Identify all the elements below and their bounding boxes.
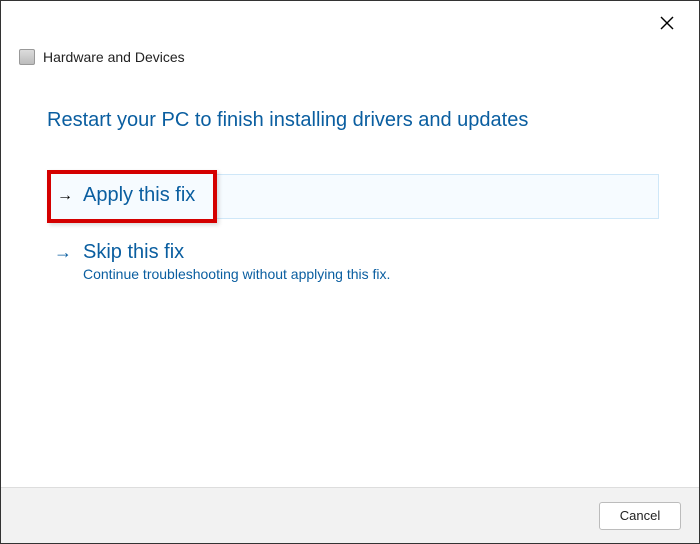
skip-fix-option[interactable]: → Skip this fix Continue troubleshooting… bbox=[47, 233, 659, 290]
close-button[interactable] bbox=[653, 9, 681, 37]
window-title: Hardware and Devices bbox=[43, 49, 185, 65]
skip-fix-desc: Continue troubleshooting without applyin… bbox=[83, 266, 649, 282]
arrow-right-icon: → bbox=[57, 187, 73, 205]
window-header: Hardware and Devices bbox=[1, 1, 699, 65]
dialog-footer: Cancel bbox=[1, 487, 699, 543]
arrow-right-icon: → bbox=[53, 242, 73, 263]
troubleshooter-message: Restart your PC to finish installing dri… bbox=[47, 109, 659, 132]
close-icon bbox=[660, 16, 674, 30]
apply-fix-label: Apply this fix bbox=[83, 184, 195, 207]
skip-fix-label: Skip this fix bbox=[83, 241, 184, 264]
app-icon bbox=[19, 49, 35, 65]
apply-fix-option[interactable]: → Apply this fix bbox=[47, 170, 659, 223]
apply-fix-bg bbox=[217, 174, 659, 219]
cancel-button[interactable]: Cancel bbox=[599, 502, 681, 530]
content-area: Restart your PC to finish installing dri… bbox=[1, 65, 699, 290]
